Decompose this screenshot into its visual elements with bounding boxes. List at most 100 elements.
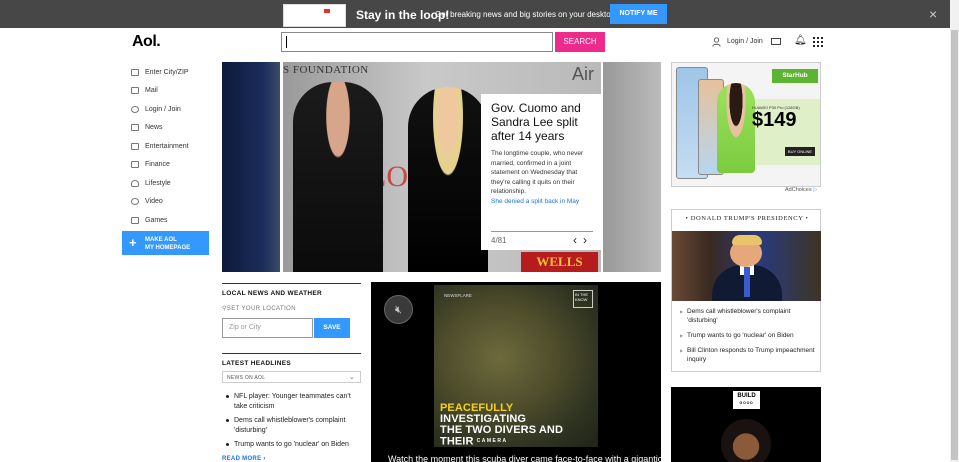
page-scrollbar[interactable] (950, 0, 959, 462)
backdrop-text: S FOUNDATION (283, 64, 369, 76)
sidebar-item-weather[interactable]: Enter City/ZIP (131, 63, 221, 82)
sidebar-item-label: News (145, 124, 163, 132)
widget-story-list: Dems call whistleblower's complaint 'dis… (680, 307, 817, 370)
widget-story[interactable]: Trump wants to go 'nuclear' on Biden (680, 331, 817, 340)
sidebar-item-games[interactable]: Games (131, 211, 221, 230)
heart-icon (131, 179, 139, 187)
sidebar-item-label: Finance (145, 161, 170, 169)
adchoices-icon: ▷ (813, 187, 818, 193)
headline-item[interactable]: Dems call whistleblower's complaint 'dis… (226, 416, 356, 435)
wells-sign: WELLS (521, 252, 598, 272)
video-frame: NEWSFLARE IN THE KNOW PEACEFULLY INVESTI… (434, 285, 598, 447)
chevron-down-icon: ⌄ (348, 374, 355, 381)
sidebar-item-label: Login / Join (145, 105, 181, 113)
search-button[interactable]: SEARCH (555, 32, 605, 52)
advertisement[interactable]: StarHub HUAWEI P30 Pro (128GB) $149 BUY … (671, 62, 821, 187)
chevron-right-icon[interactable]: › (583, 233, 593, 247)
sidebar-item-label: Mail (145, 87, 158, 95)
build-logo: BUILD GOOD (733, 391, 760, 409)
notify-me-button[interactable]: NOTIFY ME (610, 4, 667, 24)
widget-story[interactable]: Bill Clinton responds to Trump impeachme… (680, 346, 817, 364)
sidebar-item-lifestyle[interactable]: Lifestyle (131, 174, 221, 193)
mail-icon (131, 87, 139, 95)
trump-presidency-widget: • DONALD TRUMP'S PRESIDENCY • Dems call … (671, 209, 821, 372)
read-more-link[interactable]: READ MORE › (222, 456, 266, 462)
sidebar-item-label: Lifestyle (145, 179, 171, 187)
caption-camera: CAMERA (476, 438, 508, 444)
news-source-value: NEWS ON AOL (227, 375, 266, 381)
hero-description: The longtime couple, who never married, … (491, 150, 584, 195)
search-input[interactable] (281, 32, 553, 52)
make-homepage-line1: MAKE AOL (145, 237, 177, 243)
games-icon (131, 216, 139, 224)
save-location-button[interactable]: SAVE (314, 318, 350, 338)
play-icon (131, 198, 139, 206)
news-icon (131, 124, 139, 132)
scrollbar-thumb[interactable] (951, 30, 958, 460)
sidebar-item-entertainment[interactable]: Entertainment (131, 137, 221, 156)
adchoices-link[interactable]: AdChoices ▷ (785, 187, 817, 193)
ad-model-image (717, 83, 755, 173)
video-player[interactable]: 🔇︎ NEWSFLARE IN THE KNOW PEACEFULLY INVE… (371, 282, 661, 462)
video-caption: PEACEFULLY INVESTIGATING THE TWO DIVERS … (440, 403, 598, 447)
sidebar-item-video[interactable]: Video (131, 193, 221, 212)
headline-item[interactable]: Trump wants to go 'nuclear' on Biden (226, 440, 356, 450)
trump-photo[interactable] (672, 231, 821, 301)
sidebar-item-mail[interactable]: Mail (131, 82, 221, 101)
build-promo[interactable]: BUILD GOOD (671, 387, 821, 462)
sidebar-item-news[interactable]: News (131, 119, 221, 138)
chevron-left-icon[interactable]: ‹ (573, 233, 583, 247)
headline-item[interactable]: NFL player: Younger teammates can't take… (226, 392, 356, 411)
buy-online-button[interactable]: BUY ONLINE (785, 147, 815, 156)
sidebar-item-finance[interactable]: Finance (131, 156, 221, 175)
carousel-prev-slide[interactable] (222, 62, 280, 272)
news-source-select[interactable]: NEWS ON AOL ⌄ (222, 371, 361, 383)
newsflare-logo: NEWSFLARE (444, 293, 473, 298)
set-location-label: ⚲SET YOUR LOCATION (222, 305, 296, 312)
adchoices-text: AdChoices (785, 187, 812, 193)
finance-icon (131, 161, 139, 169)
notification-message: Get breaking news and big stories on you… (435, 10, 616, 19)
mute-icon[interactable]: 🔇︎ (384, 295, 413, 324)
set-location-text: SET YOUR LOCATION (226, 306, 296, 312)
make-homepage-button[interactable]: + MAKE AOL MY HOMEPAGE (122, 231, 209, 255)
aol-logo[interactable]: Aol. (132, 33, 161, 51)
carousel-next-slide[interactable] (603, 62, 661, 272)
widget-story[interactable]: Dems call whistleblower's complaint 'dis… (680, 307, 817, 325)
build-guest-photo (721, 419, 771, 462)
backdrop-air-text: Air (572, 64, 594, 84)
hero-story-card: Gov. Cuomo and Sandra Lee split after 14… (481, 94, 601, 250)
zip-city-input[interactable]: Zip or City (222, 318, 313, 338)
starhub-logo: StarHub (772, 69, 818, 83)
bell-icon[interactable]: 🔔︎ (794, 36, 807, 46)
slide-counter: 4/81 (491, 236, 507, 245)
headline-list: NFL player: Younger teammates can't take… (226, 392, 356, 455)
sidebar-item-label: Games (145, 216, 168, 224)
ad-price: $149 (752, 109, 797, 131)
sidebar-item-login[interactable]: Login / Join (131, 100, 221, 119)
local-news-heading: LOCAL NEWS AND WEATHER (222, 283, 361, 297)
notification-thumbnail (283, 4, 346, 27)
caption-line2: THE TWO DIVERS AND (440, 424, 564, 436)
sidebar-nav: Enter City/ZIP Mail Login / Join News En… (131, 63, 221, 230)
build-logo-text: BUILD (737, 393, 756, 399)
hero-related-link[interactable]: She denied a split back in May (491, 197, 591, 207)
hero-title[interactable]: Gov. Cuomo and Sandra Lee split after 14… (491, 101, 591, 143)
apps-grid-icon[interactable] (813, 37, 823, 47)
close-icon[interactable]: × (929, 7, 937, 21)
weather-icon (131, 68, 139, 76)
login-link[interactable]: Login / Join (727, 38, 763, 45)
widget-heading[interactable]: • DONALD TRUMP'S PRESIDENCY • (672, 215, 822, 222)
person-man (293, 82, 383, 272)
carousel-footer: 4/81 ‹› (491, 231, 593, 247)
user-icon[interactable] (712, 37, 721, 47)
sidebar-item-label: Enter City/ZIP (145, 68, 189, 76)
video-title[interactable]: Watch the moment this scuba diver came f… (388, 454, 661, 462)
mail-icon[interactable] (771, 38, 781, 45)
sidebar-item-label: Video (145, 198, 163, 206)
plus-icon: + (129, 235, 137, 250)
make-homepage-line2: MY HOMEPAGE (145, 245, 191, 251)
build-logo-sub: GOOD (739, 401, 754, 405)
notification-bar: Stay in the loop! Get breaking news and … (0, 0, 950, 28)
in-the-know-badge: IN THE KNOW (573, 290, 593, 308)
